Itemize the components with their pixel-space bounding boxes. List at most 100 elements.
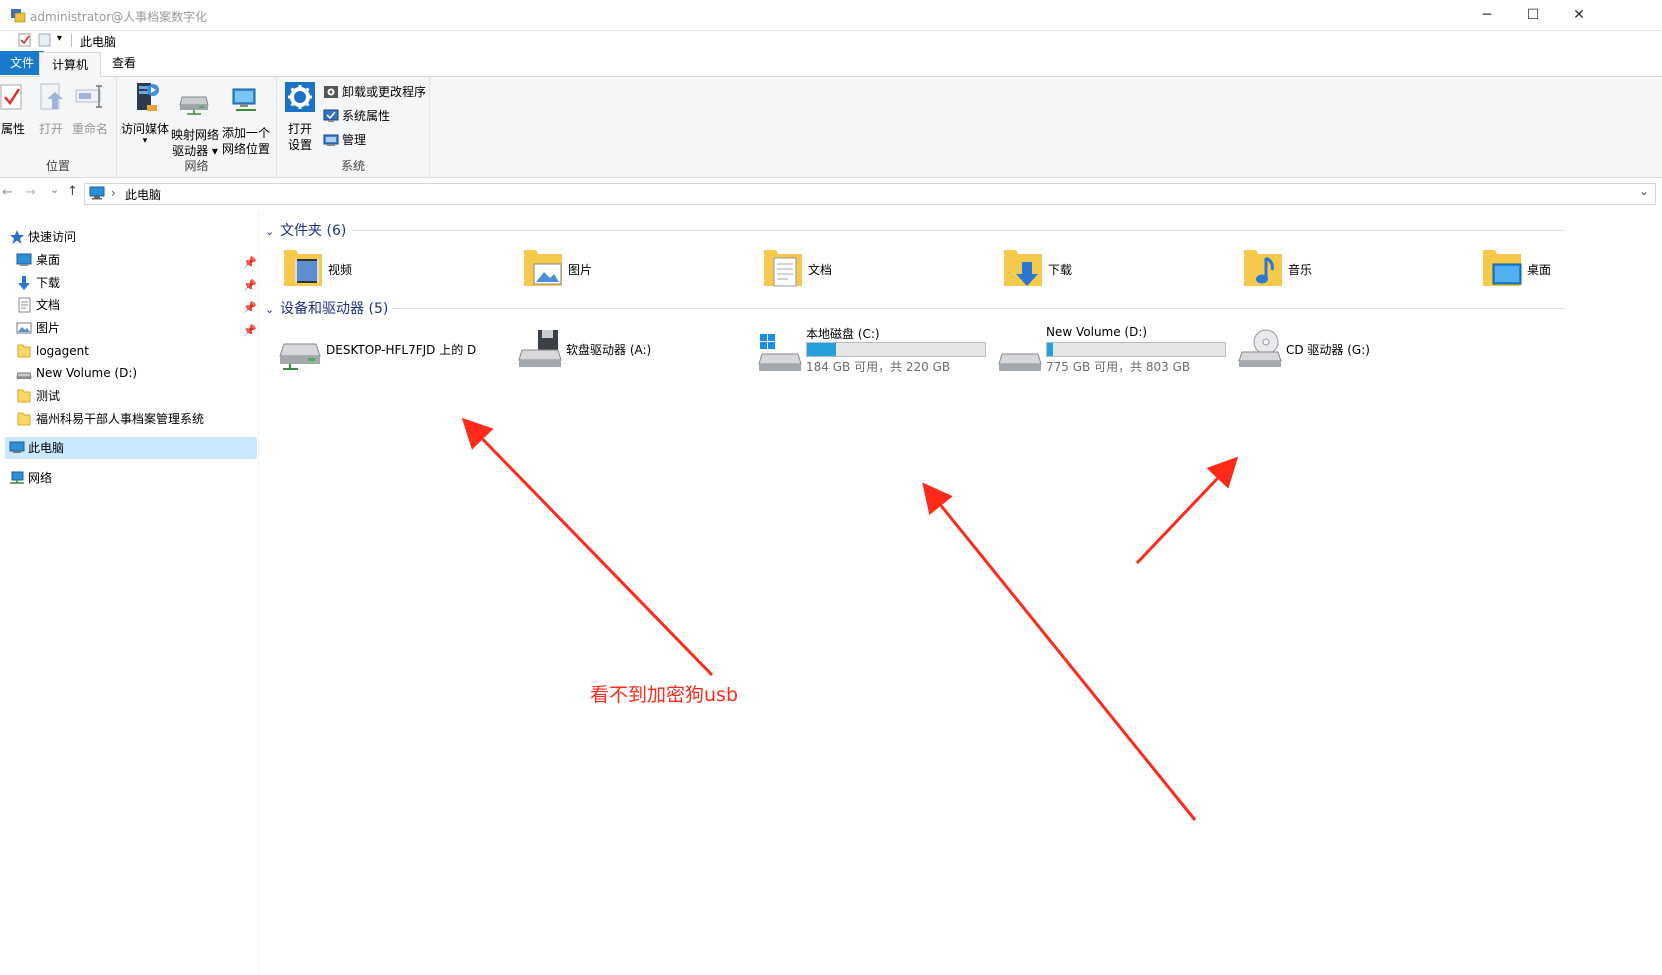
manage-button[interactable]: 管理 xyxy=(323,129,366,151)
nav-item-label: 图片 xyxy=(36,321,61,335)
drive-local-c[interactable]: 本地磁盘 (C:) 184 GB 可用，共 220 GB xyxy=(758,322,998,374)
nav-item-desktop[interactable]: 桌面 📌 xyxy=(0,249,258,271)
arrow-to-network-drive xyxy=(461,417,714,677)
star-icon xyxy=(10,230,24,244)
folder-downloads[interactable]: 下载 xyxy=(1002,246,1232,292)
group-label-location: 位置 xyxy=(45,159,70,173)
open-label: 打开 xyxy=(38,122,63,136)
devices-header-label: 设备和驱动器 (5) xyxy=(280,301,389,317)
pin-icon[interactable]: 📌 xyxy=(243,252,257,274)
address-dropdown-icon[interactable]: ⌄ xyxy=(1639,184,1649,198)
drive-usage-bar xyxy=(1046,342,1226,357)
nav-this-pc[interactable]: 此电脑 xyxy=(5,437,257,459)
pin-icon[interactable]: 📌 xyxy=(243,297,257,319)
nav-item-label: 测试 xyxy=(36,389,61,403)
nav-quick-access[interactable]: 快速访问 xyxy=(0,226,258,248)
rename-label: 重命名 xyxy=(71,122,108,136)
access-media-button[interactable]: 访问媒体 ▾ xyxy=(121,81,169,146)
system-properties-button[interactable]: 系统属性 xyxy=(323,105,390,127)
nav-item-label: logagent xyxy=(36,344,89,358)
map-network-drive-label-1: 映射网络 xyxy=(171,128,220,142)
nav-item-new-volume[interactable]: New Volume (D:) xyxy=(0,362,258,384)
group-label-network: 网络 xyxy=(184,159,209,173)
tab-view[interactable]: 查看 xyxy=(100,51,148,75)
documents-folder-icon xyxy=(764,250,802,287)
rename-button[interactable]: 重命名 xyxy=(70,81,110,137)
devices-section-header[interactable]: ⌄ 设备和驱动器 (5) xyxy=(265,298,388,318)
nav-item-downloads[interactable]: 下载 📌 xyxy=(0,272,258,294)
usage-fill xyxy=(1047,343,1054,356)
annotation-text: 看不到加密狗usb xyxy=(590,684,739,706)
folder-pictures[interactable]: 图片 xyxy=(522,246,752,292)
nav-item-pictures[interactable]: 图片 📌 xyxy=(0,317,258,339)
nav-item-label: 福州科易干部人事档案管理系统 xyxy=(36,412,205,426)
network-location-icon xyxy=(232,88,256,111)
collapse-chevron-icon[interactable]: ⌄ xyxy=(265,303,274,316)
properties-button[interactable]: 属性 xyxy=(0,81,30,137)
pictures-folder-icon xyxy=(524,250,562,286)
this-pc-icon xyxy=(9,441,25,453)
folder-icon xyxy=(17,344,31,358)
properties-check-icon[interactable] xyxy=(18,33,32,47)
folder-music[interactable]: 音乐 xyxy=(1242,246,1472,292)
map-network-drive-button[interactable]: 映射网络 驱动器 ▾ xyxy=(171,87,219,159)
drive-network-d[interactable]: DESKTOP-HFL7FJD 上的 D xyxy=(278,326,518,374)
customize-qat-chevron-icon[interactable]: ▾ xyxy=(57,33,62,44)
desktop-folder-icon xyxy=(1483,250,1522,286)
pin-icon[interactable]: 📌 xyxy=(243,320,257,342)
folder-icon xyxy=(17,389,31,403)
open-button[interactable]: 打开 xyxy=(34,81,68,137)
tab-file[interactable]: 文件 xyxy=(0,51,45,75)
document-icon xyxy=(18,297,31,313)
nav-item-logagent[interactable]: logagent xyxy=(0,340,258,362)
nav-network[interactable]: 网络 xyxy=(0,467,258,489)
collapse-chevron-icon[interactable]: ⌄ xyxy=(265,225,274,238)
nav-item-label: 文档 xyxy=(36,298,61,312)
network-drive-icon xyxy=(279,343,321,370)
drive-new-volume-d[interactable]: New Volume (D:) 775 GB 可用，共 803 GB xyxy=(998,322,1238,374)
minimize-button[interactable]: ─ xyxy=(1464,0,1510,30)
folders-section-header[interactable]: ⌄ 文件夹 (6) xyxy=(265,220,346,240)
maximize-button[interactable]: ☐ xyxy=(1510,0,1556,30)
ribbon: 属性 打开 重命名 位置 访问媒体 ▾ 映射网络 驱动器 ▾ 添加一个 网络位置… xyxy=(0,77,1662,178)
forward-button[interactable]: → xyxy=(25,185,36,200)
navigation-pane: 快速访问 桌面 📌 下载 📌 文档 📌 图片 📌 logagent New Vo… xyxy=(0,212,259,975)
nav-item-hr-archive-system[interactable]: 福州科易干部人事档案管理系统 xyxy=(0,408,258,430)
back-button[interactable]: ← xyxy=(2,185,13,200)
close-button[interactable]: ✕ xyxy=(1556,0,1602,30)
open-icon xyxy=(40,83,63,110)
folder-documents[interactable]: 文档 xyxy=(762,246,992,292)
tab-computer[interactable]: 计算机 xyxy=(39,52,102,78)
drive-floppy-a[interactable]: 软盘驱动器 (A:) xyxy=(518,326,758,374)
floppy-drive-icon xyxy=(518,330,562,367)
ribbon-group-location: 属性 打开 重命名 位置 xyxy=(0,77,117,177)
arrow-to-cd-drive xyxy=(1135,456,1239,565)
open-settings-button[interactable]: 打开 设置 xyxy=(283,81,317,153)
uninstall-program-button[interactable]: 卸载或更改程序 xyxy=(323,81,426,103)
open-settings-label-2: 设置 xyxy=(287,138,312,152)
ribbon-tabs: 文件 计算机 查看 xyxy=(0,51,1662,78)
music-folder-icon xyxy=(1244,250,1282,286)
add-network-location-button[interactable]: 添加一个 网络位置 xyxy=(221,85,271,157)
breadcrumb-separator[interactable]: › xyxy=(111,186,116,200)
folder-desktop[interactable]: 桌面 xyxy=(1481,246,1662,292)
breadcrumb-this-pc[interactable]: 此电脑 xyxy=(125,186,161,203)
network-drive-icon xyxy=(179,96,209,115)
folder-videos[interactable]: 视频 xyxy=(282,246,512,292)
qat-divider xyxy=(71,34,72,47)
drive-label: 本地磁盘 (C:) xyxy=(806,327,880,341)
ribbon-group-system: 打开 设置 卸载或更改程序 系统属性 管理 系统 xyxy=(277,77,430,177)
explorer-app-icon[interactable] xyxy=(10,7,26,23)
address-bar[interactable]: › 此电脑 ⌄ xyxy=(84,183,1656,205)
manage-computer-icon xyxy=(323,134,339,146)
recent-locations-button[interactable]: ⌄ xyxy=(50,183,59,196)
nav-item-test[interactable]: 测试 xyxy=(0,385,258,407)
drive-icon xyxy=(16,372,32,379)
new-folder-icon[interactable] xyxy=(38,33,52,47)
qat-location: 此电脑 xyxy=(80,35,117,49)
up-button[interactable]: ↑ xyxy=(67,184,78,199)
desktop-icon xyxy=(16,253,32,266)
nav-item-documents[interactable]: 文档 📌 xyxy=(0,294,258,316)
drive-cd-g[interactable]: CD 驱动器 (G:) xyxy=(1238,326,1478,374)
media-server-icon xyxy=(137,83,159,111)
